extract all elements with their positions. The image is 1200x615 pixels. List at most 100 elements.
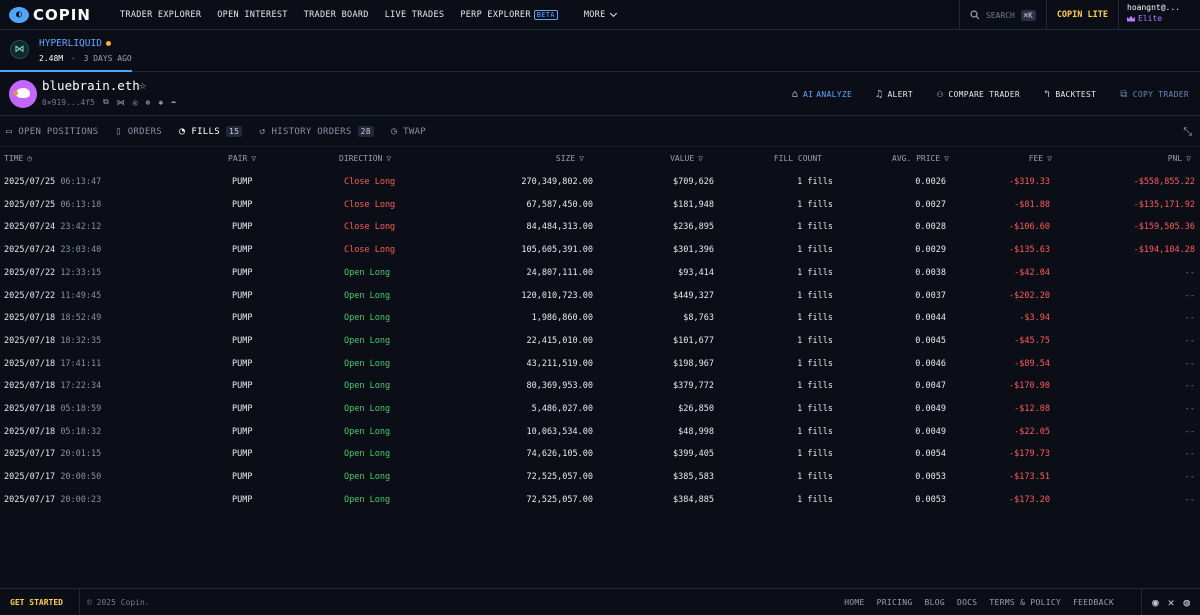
col-time[interactable]: TIME ◷: [4, 154, 32, 163]
nav-trader-board[interactable]: TRADER BOARD: [304, 10, 369, 20]
user-menu[interactable]: hoangnt@... Elite: [1118, 0, 1200, 30]
cell-fee: -$202.20: [1009, 290, 1050, 301]
tab-fills[interactable]: ◔ FILLS 15: [179, 126, 243, 137]
cell-clock: 20:00:23: [60, 494, 102, 505]
table-row[interactable]: 2025/07/18 17:22:34 PUMP Open Long 80,369,9…: [0, 375, 1200, 398]
filter-icon[interactable]: ▽: [944, 154, 949, 163]
table-row[interactable]: 2025/07/25 06:13:18 PUMP Close Long 67,587,…: [0, 194, 1200, 217]
table-row[interactable]: 2025/07/22 12:33:15 PUMP Open Long 24,807,1…: [0, 262, 1200, 285]
col-size[interactable]: SIZE ▽: [556, 154, 584, 163]
discord-icon[interactable]: ◉: [1152, 596, 1159, 609]
settings-icon[interactable]: ✱: [158, 98, 163, 107]
table-row[interactable]: 2025/07/17 20:00:23 PUMP Open Long 72,525,0…: [0, 489, 1200, 512]
filter-icon[interactable]: ▽: [698, 154, 703, 163]
col-fee[interactable]: FEE ▽: [1029, 154, 1052, 163]
col-direction[interactable]: DIRECTION ▽: [339, 154, 391, 163]
cell-avg-price: 0.0026: [915, 177, 946, 187]
table-row[interactable]: 2025/07/17 20:00:50 PUMP Open Long 72,525,0…: [0, 466, 1200, 489]
table-row[interactable]: 2025/07/18 18:32:35 PUMP Open Long 22,415,0…: [0, 330, 1200, 353]
cell-time: 2025/07/18 05:18:59: [4, 404, 101, 414]
footer-link-pricing[interactable]: PRICING: [877, 598, 913, 607]
nav-live-trades[interactable]: LIVE TRADES: [385, 10, 445, 20]
cell-value: $385,583: [673, 472, 714, 483]
filter-icon[interactable]: ▽: [1047, 154, 1052, 163]
explorer-link-icon[interactable]: ◎: [133, 98, 138, 107]
table-row[interactable]: 2025/07/22 11:49:45 PUMP Open Long 120,010,…: [0, 285, 1200, 308]
cell-value: $8,763: [683, 313, 714, 324]
nav-perp-explorer[interactable]: PERP EXPLORER BETA: [460, 9, 558, 20]
cell-fill-count: 1 fills: [797, 290, 833, 301]
cell-time: 2025/07/22 11:49:45: [4, 291, 101, 301]
user-tier: Elite: [1127, 14, 1190, 23]
footer-link-feedback[interactable]: FEEDBACK: [1073, 598, 1114, 607]
tab-open-positions[interactable]: ▭ OPEN POSITIONS: [6, 126, 98, 137]
filter-icon[interactable]: ▽: [1186, 154, 1191, 163]
col-value[interactable]: VALUE ▽: [670, 154, 703, 163]
expand-icon[interactable]: ⤡: [1183, 125, 1192, 139]
cell-date: 2025/07/17: [4, 472, 56, 483]
table-row[interactable]: 2025/07/18 05:18:59 PUMP Open Long 5,486,02…: [0, 398, 1200, 421]
cell-pnl: --: [1184, 358, 1195, 369]
ai-analyze-button[interactable]: ⌂ AI ANALYZE: [792, 89, 852, 100]
cell-direction: Open Long: [344, 449, 391, 460]
protocol-separator: ·: [70, 54, 76, 63]
col-avg-price[interactable]: AVG. PRICE ▽: [892, 154, 949, 163]
copin-lite-button[interactable]: COPIN LITE: [1045, 0, 1118, 30]
cell-avg-price: 0.0029: [915, 245, 946, 256]
table-row[interactable]: 2025/07/17 20:01:15 PUMP Open Long 74,626,1…: [0, 443, 1200, 466]
nav-trader-explorer[interactable]: TRADER EXPLORER: [120, 10, 201, 20]
robot-icon: ⌂: [791, 88, 799, 100]
cell-fill-count: 1 fills: [797, 267, 833, 278]
copin-logo-icon: ◐: [9, 6, 29, 23]
table-row[interactable]: 2025/07/24 23:03:40 PUMP Close Long 105,605…: [0, 239, 1200, 262]
tab-history-orders[interactable]: ↺ HISTORY ORDERS 28: [259, 126, 374, 137]
cell-time: 2025/07/18 18:52:49: [4, 313, 101, 323]
cell-pnl: -$159,505.36: [1133, 222, 1195, 233]
footer-link-docs[interactable]: DOCS: [957, 598, 977, 607]
cell-pair: PUMP: [232, 335, 253, 346]
cell-pnl: --: [1184, 426, 1195, 437]
footer-link-home[interactable]: HOME: [844, 598, 864, 607]
filter-icon[interactable]: ▽: [386, 154, 391, 163]
nav-more[interactable]: MORE: [584, 9, 618, 20]
nav-open-interest[interactable]: OPEN INTEREST: [217, 10, 287, 20]
star-icon[interactable]: ☆: [139, 78, 146, 92]
trader-actions: ⌂ AI ANALYZE ♫ ALERT ⚇ COMPARE TRADER ↰ …: [792, 72, 1200, 116]
table-row[interactable]: 2025/07/24 23:42:12 PUMP Close Long 84,484,…: [0, 216, 1200, 239]
cell-fee: -$173.20: [1009, 494, 1050, 505]
protocol-bar: ⋈ HYPERLIQUID 2.48M · 3 DAYS AGO: [0, 30, 1200, 72]
get-started-button[interactable]: GET STARTED: [0, 588, 80, 615]
alert-button[interactable]: ♫ ALERT: [876, 89, 913, 100]
tab-orders[interactable]: ▯ ORDERS: [115, 126, 162, 137]
tab-twap[interactable]: ◷ TWAP: [391, 126, 426, 137]
table-row[interactable]: 2025/07/25 06:13:47 PUMP Close Long 270,349…: [0, 171, 1200, 194]
hyperliquid-link-icon[interactable]: ⋈: [117, 98, 125, 107]
filter-icon[interactable]: ▽: [579, 154, 584, 163]
protocol-tab[interactable]: ⋈ HYPERLIQUID 2.48M · 3 DAYS AGO: [0, 30, 132, 72]
table-row[interactable]: 2025/07/18 05:18:32 PUMP Open Long 10,063,5…: [0, 421, 1200, 444]
compare-trader-button[interactable]: ⚇ COMPARE TRADER: [937, 89, 1020, 100]
share-icon[interactable]: ➦: [171, 98, 176, 107]
copy-trader-button[interactable]: ⧉ COPY TRADER: [1120, 89, 1189, 100]
cell-date: 2025/07/24: [4, 245, 56, 256]
table-row[interactable]: 2025/07/18 18:52:49 PUMP Open Long 1,986,86…: [0, 307, 1200, 330]
col-pair[interactable]: PAIR ▽: [228, 154, 256, 163]
cell-date: 2025/07/17: [4, 449, 56, 460]
search-shortcut: ⌘K: [1020, 9, 1036, 21]
backtest-button[interactable]: ↰ BACKTEST: [1044, 89, 1096, 100]
x-icon[interactable]: ✕: [1168, 596, 1175, 609]
search-button[interactable]: SEARCH ⌘K: [958, 0, 1046, 30]
col-pnl[interactable]: PNL ▽: [1168, 154, 1191, 163]
footer-link-blog[interactable]: BLOG: [924, 598, 944, 607]
copy-icon[interactable]: ⧉: [103, 97, 109, 107]
cell-size: 80,369,953.00: [526, 381, 593, 392]
brand-logo[interactable]: ◐ COPIN: [0, 6, 110, 24]
table-row[interactable]: 2025/07/18 17:41:11 PUMP Open Long 43,211,5…: [0, 353, 1200, 376]
tab-fills-label: FILLS: [191, 126, 220, 137]
footer-link-terms[interactable]: TERMS & POLICY: [989, 598, 1061, 607]
dex-link-icon[interactable]: ⊛: [146, 98, 151, 107]
bell-icon: ♫: [876, 88, 883, 100]
github-icon[interactable]: ◍: [1183, 596, 1190, 609]
filter-icon[interactable]: ▽: [251, 154, 256, 163]
trader-name: bluebrain.eth: [42, 78, 140, 93]
